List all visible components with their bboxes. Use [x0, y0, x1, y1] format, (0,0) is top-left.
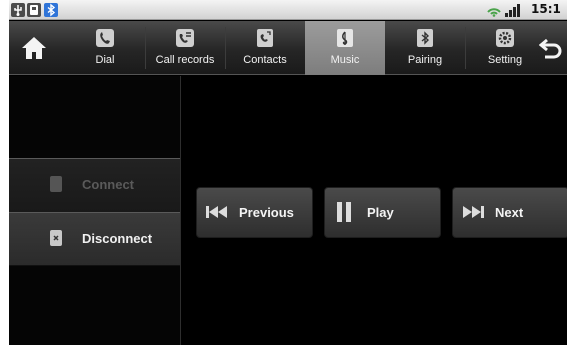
- tab-label: Call records: [155, 54, 215, 66]
- tab-label: Dial: [95, 54, 115, 66]
- home-button[interactable]: [9, 21, 59, 75]
- contacts-icon: [257, 29, 273, 47]
- next-label: Next: [495, 205, 524, 220]
- phone-disconnect-icon: [50, 230, 62, 246]
- gear-icon: [496, 29, 514, 47]
- previous-label: Previous: [239, 205, 294, 220]
- disconnect-button[interactable]: Disconnect: [9, 212, 180, 266]
- tab-label: Setting: [487, 54, 523, 66]
- status-bar: 15:1: [9, 0, 567, 20]
- app-window: 15:1 Dial Call records Contacts Music Pa…: [9, 0, 567, 345]
- play-button[interactable]: Play: [324, 187, 441, 238]
- usb-debug-icon: [11, 3, 25, 17]
- phone-icon: [96, 29, 114, 47]
- tab-music[interactable]: Music: [305, 21, 385, 75]
- skip-next-icon: [463, 206, 484, 218]
- call-log-icon: [176, 29, 194, 47]
- tab-call-records[interactable]: Call records: [145, 21, 225, 75]
- sd-card-icon: [27, 3, 41, 17]
- phone-device-icon: [50, 176, 62, 192]
- home-icon: [22, 37, 46, 59]
- disconnect-label: Disconnect: [82, 231, 153, 246]
- top-nav-bar: Dial Call records Contacts Music Pairing…: [9, 21, 567, 75]
- panel-divider: [180, 76, 181, 345]
- tab-label: Music: [330, 54, 360, 66]
- connection-panel: Connect Disconnect: [9, 76, 180, 345]
- play-label: Play: [367, 205, 394, 220]
- connect-label: Connect: [82, 177, 134, 192]
- previous-button[interactable]: Previous: [196, 187, 313, 238]
- back-arrow-icon: [539, 38, 562, 59]
- tab-contacts[interactable]: Contacts: [225, 21, 305, 75]
- next-button[interactable]: Next: [452, 187, 567, 238]
- signal-icon: [505, 4, 520, 17]
- wifi-icon: [487, 8, 501, 17]
- connect-button[interactable]: Connect: [9, 158, 180, 212]
- tab-pairing[interactable]: Pairing: [385, 21, 465, 75]
- back-button[interactable]: [535, 21, 567, 75]
- bluetooth-icon: [44, 3, 58, 17]
- music-icon: [337, 29, 353, 47]
- tab-label: Contacts: [243, 54, 287, 66]
- bluetooth-pairing-icon: [417, 29, 433, 47]
- tab-dial[interactable]: Dial: [65, 21, 145, 75]
- status-time: 15:1: [531, 2, 561, 16]
- pause-icon: [337, 202, 351, 222]
- skip-previous-icon: [206, 206, 227, 218]
- tab-label: Pairing: [407, 54, 443, 66]
- tab-setting[interactable]: Setting: [465, 21, 545, 75]
